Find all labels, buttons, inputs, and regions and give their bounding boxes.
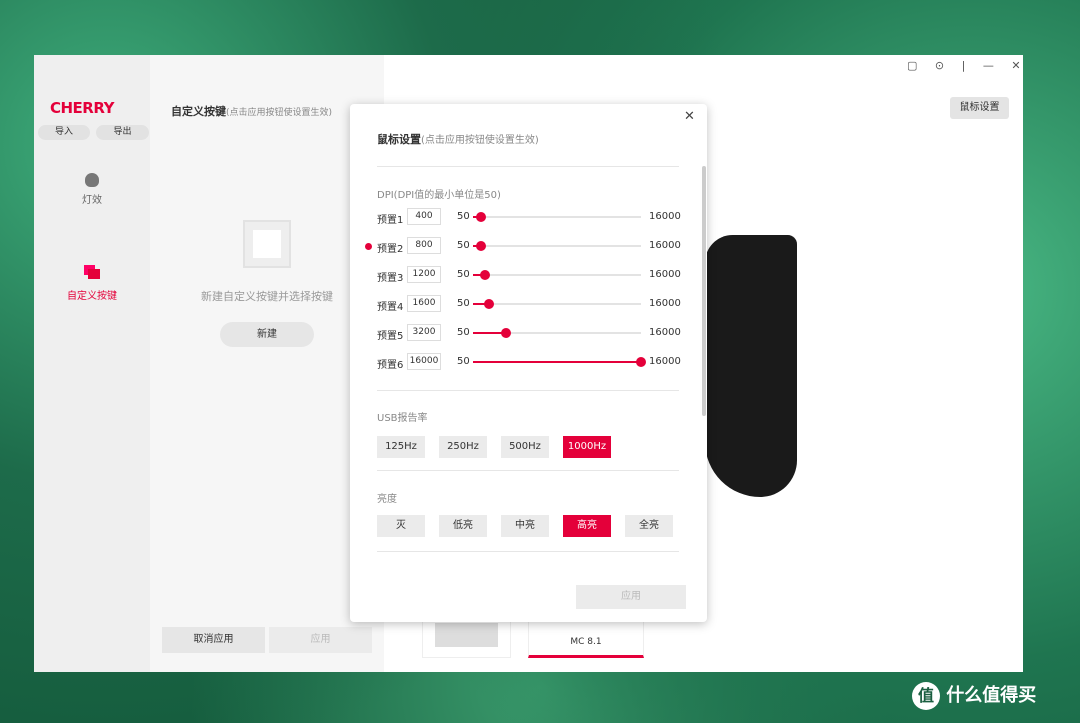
dpi-input[interactable]: 1200	[407, 266, 441, 283]
dpi-min: 50	[457, 240, 470, 251]
preset-label: 预置4	[377, 302, 404, 313]
scrollbar[interactable]	[702, 166, 706, 416]
watermark: 值 什么值得买	[912, 681, 1036, 710]
dpi-input[interactable]: 3200	[407, 324, 441, 341]
preset-label: 预置1	[377, 215, 404, 226]
keyboard-icon	[435, 623, 498, 647]
bulb-icon	[85, 173, 99, 187]
settings-icon[interactable]: ⊙	[935, 59, 944, 72]
dpi-preset-row: 预置2 800 50 16000	[350, 237, 707, 257]
apply-button[interactable]: 应用	[269, 627, 372, 653]
dialog-apply-button[interactable]: 应用	[576, 585, 686, 609]
preset-label: 预置3	[377, 273, 404, 284]
usb-rate-label: USB报告率	[377, 413, 428, 424]
dpi-slider-track[interactable]	[473, 274, 641, 276]
brightness-option[interactable]: 低亮	[439, 515, 487, 537]
active-preset-dot	[365, 243, 372, 250]
sidebar-item-lighting[interactable]: 灯效	[34, 173, 150, 206]
preset-label: 预置2	[377, 244, 404, 255]
empty-state-text: 新建自定义按键并选择按键	[201, 290, 333, 303]
close-icon[interactable]: ✕	[684, 109, 695, 124]
brightness-option[interactable]: 灭	[377, 515, 425, 537]
watermark-logo-icon: 值	[912, 682, 940, 710]
divider	[377, 166, 679, 167]
preset-label: 预置6	[377, 360, 404, 371]
cancel-apply-button[interactable]: 取消应用	[162, 627, 265, 653]
dpi-min: 50	[457, 356, 470, 367]
dpi-preset-row: 预置1 400 50 16000	[350, 208, 707, 228]
dpi-slider-fill	[473, 361, 641, 363]
divider	[377, 470, 679, 471]
usb-option[interactable]: 1000Hz	[563, 436, 611, 458]
usb-option[interactable]: 500Hz	[501, 436, 549, 458]
mouse-settings-dialog: ✕ 鼠标设置(点击应用按钮使设置生效) DPI(DPI值的最小单位是50) 预置…	[350, 104, 707, 622]
sidebar-item-label: 自定义按键	[67, 291, 117, 302]
dpi-slider-handle[interactable]	[480, 270, 491, 280]
device-name: MC 8.1	[570, 637, 602, 647]
dpi-slider-handle[interactable]	[636, 357, 646, 367]
brightness-option[interactable]: 中亮	[501, 515, 549, 537]
dpi-preset-row: 预置3 1200 50 16000	[350, 266, 707, 286]
mouse-image	[705, 235, 797, 497]
dpi-slider-handle[interactable]	[476, 212, 486, 222]
sidebar: CHERRY 导入 导出 灯效 自定义按键	[34, 55, 150, 672]
brightness-option[interactable]: 全亮	[625, 515, 673, 537]
usb-rate-options: 125Hz 250Hz 500Hz 1000Hz	[377, 436, 677, 458]
dpi-slider-handle[interactable]	[484, 299, 495, 309]
brightness-options: 灭低亮 中亮 高亮 全亮	[377, 515, 677, 537]
divider	[377, 551, 679, 552]
dpi-min: 50	[457, 269, 470, 280]
dpi-slider-track[interactable]	[473, 303, 641, 305]
cherry-logo: CHERRY	[50, 99, 114, 117]
dpi-min: 50	[457, 211, 470, 222]
export-button[interactable]: 导出	[96, 125, 149, 140]
dpi-max: 16000	[649, 298, 681, 309]
dpi-max: 16000	[649, 211, 681, 222]
dpi-preset-row: 预置4 1600 50 16000	[350, 295, 707, 315]
dpi-input[interactable]: 400	[407, 208, 441, 225]
panel-title: 自定义按键(点击应用按钮使设置生效)	[171, 105, 333, 118]
brightness-option[interactable]: 高亮	[563, 515, 611, 537]
dpi-max: 16000	[649, 269, 681, 280]
mouse-settings-button[interactable]: 鼠标设置	[950, 97, 1009, 119]
dpi-min: 50	[457, 327, 470, 338]
sidebar-item-label: 灯效	[82, 195, 102, 206]
sidebar-item-custom-keys[interactable]: 自定义按键	[34, 265, 150, 302]
usb-option[interactable]: 125Hz	[377, 436, 425, 458]
dpi-max: 16000	[649, 327, 681, 338]
feedback-icon[interactable]: ▢	[907, 59, 917, 72]
dpi-min: 50	[457, 298, 470, 309]
dialog-title: 鼠标设置(点击应用按钮使设置生效)	[377, 133, 539, 146]
usb-option[interactable]: 250Hz	[439, 436, 487, 458]
titlebar-controls: ▢ ⊙ | — ✕	[907, 59, 1021, 72]
brightness-label: 亮度	[377, 494, 397, 505]
layers-icon	[84, 265, 100, 279]
import-button[interactable]: 导入	[38, 125, 90, 140]
dpi-preset-row: 预置6 16000 50 16000	[350, 353, 707, 373]
divider: |	[961, 59, 966, 72]
dpi-slider-handle[interactable]	[476, 241, 486, 251]
dpi-input[interactable]: 1600	[407, 295, 441, 312]
minimize-icon[interactable]: —	[983, 59, 994, 72]
close-icon[interactable]: ✕	[1011, 59, 1020, 72]
new-button[interactable]: 新建	[220, 322, 314, 347]
dpi-slider-track[interactable]	[473, 216, 641, 218]
dpi-input[interactable]: 16000	[407, 353, 441, 370]
dpi-preset-row: 预置5 3200 50 16000	[350, 324, 707, 344]
dpi-max: 16000	[649, 356, 681, 367]
dpi-max: 16000	[649, 240, 681, 251]
dpi-slider-track[interactable]	[473, 245, 641, 247]
custom-keys-panel: 自定义按键(点击应用按钮使设置生效) 新建自定义按键并选择按键 新建 取消应用 …	[150, 55, 384, 672]
key-cursor-icon	[243, 220, 291, 268]
dpi-input[interactable]: 800	[407, 237, 441, 254]
preset-label: 预置5	[377, 331, 404, 342]
dpi-slider-handle[interactable]	[501, 328, 512, 338]
dpi-label: DPI(DPI值的最小单位是50)	[377, 190, 501, 201]
divider	[377, 390, 679, 391]
